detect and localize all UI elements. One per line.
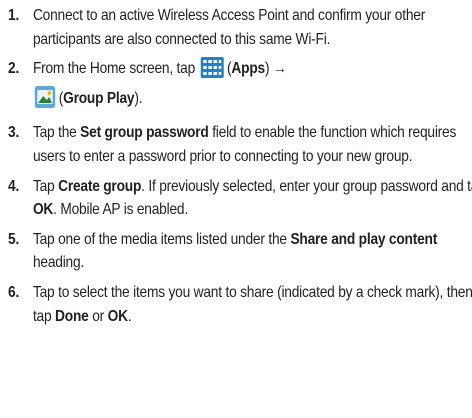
step-list: 1. Connect to an active Wireless Access …: [8, 4, 472, 328]
bold-term: Set group password: [80, 124, 209, 142]
step-text: From the Home screen, tap: [32, 60, 196, 78]
step-text: .: [127, 307, 132, 325]
step-text: . If previously selected, enter your gro…: [141, 177, 472, 195]
step-text: or: [92, 307, 105, 325]
step-text: heading.: [32, 254, 85, 272]
step-text: Connect to an active Wireless Access Poi…: [32, 7, 426, 48]
instruction-page: 1. Connect to an active Wireless Access …: [0, 0, 472, 418]
step-text: Tap one of the media items listed under …: [32, 230, 287, 248]
arrow-icon: →: [272, 60, 287, 78]
step-5: 5. Tap one of the media items listed und…: [8, 228, 472, 275]
step-number: 3.: [8, 124, 20, 142]
bold-term: OK: [32, 201, 54, 219]
group-play-icon: [34, 85, 56, 116]
step-2: 2. From the Home screen, tap (Apps) → (G…: [8, 57, 472, 115]
bold-term: Create group: [58, 177, 142, 195]
step-number: 4.: [8, 177, 20, 195]
step-text: . Mobile AP is enabled.: [53, 201, 188, 219]
step-text: Tap the: [32, 124, 77, 142]
step-number: 2.: [8, 60, 20, 78]
step-3: 3. Tap the Set group password field to e…: [8, 121, 472, 168]
group-play-label: Group Play: [63, 89, 135, 107]
apps-label: Apps: [231, 60, 265, 78]
step-6: 6. Tap to select the items you want to s…: [8, 281, 472, 328]
step-1: 1. Connect to an active Wireless Access …: [8, 4, 472, 51]
bold-term: Done: [55, 307, 89, 325]
bold-term: Share and play content: [290, 230, 438, 248]
step-number: 6.: [8, 283, 20, 301]
bold-term: OK: [107, 307, 128, 325]
step-4: 4. Tap Create group. If previously selec…: [8, 175, 472, 222]
step-text: Tap: [32, 177, 55, 195]
apps-grid-icon: [200, 57, 224, 86]
step-number: 5.: [8, 230, 20, 248]
step-number: 1.: [8, 7, 20, 24]
